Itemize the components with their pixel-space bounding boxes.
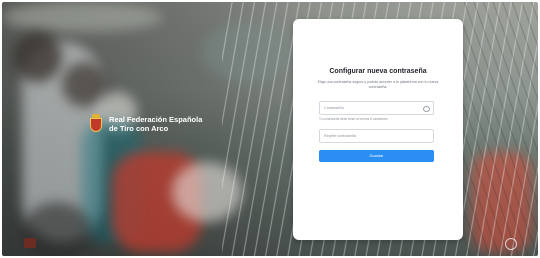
brand-name-line-2: de Tiro con Arco: [109, 124, 169, 133]
form-title: Configurar nueva contraseña: [329, 68, 427, 75]
repeat-password-placeholder: Repetir contraseña: [324, 134, 357, 138]
corner-badge-icon: [24, 238, 36, 248]
password-hint: Tu contraseña debe tener al menos 8 cara…: [319, 117, 388, 121]
crest-logo-icon: [89, 114, 103, 134]
brand-name: Real Federación Española de Tiro con Arc…: [109, 115, 202, 133]
repeat-password-field[interactable]: Repetir contraseña: [319, 129, 434, 143]
settings-circle-icon[interactable]: [505, 238, 517, 250]
eye-icon[interactable]: [423, 106, 430, 112]
crest-shield: [90, 118, 102, 132]
brand: Real Federación Española de Tiro con Arc…: [89, 114, 202, 134]
brand-name-line-1: Real Federación Española: [109, 115, 203, 124]
new-password-placeholder: Contraseña: [324, 106, 344, 110]
submit-button[interactable]: Guardar: [319, 150, 434, 162]
photo-highlight: [2, 2, 162, 32]
password-reset-card: Configurar nueva contraseña Elige una co…: [293, 19, 463, 240]
form-subtitle: Elige una contraseña segura y podrás acc…: [317, 80, 439, 89]
photo-strings: [462, 2, 538, 256]
new-password-field[interactable]: Contraseña: [319, 101, 434, 115]
photo-figure-head: [12, 32, 62, 82]
